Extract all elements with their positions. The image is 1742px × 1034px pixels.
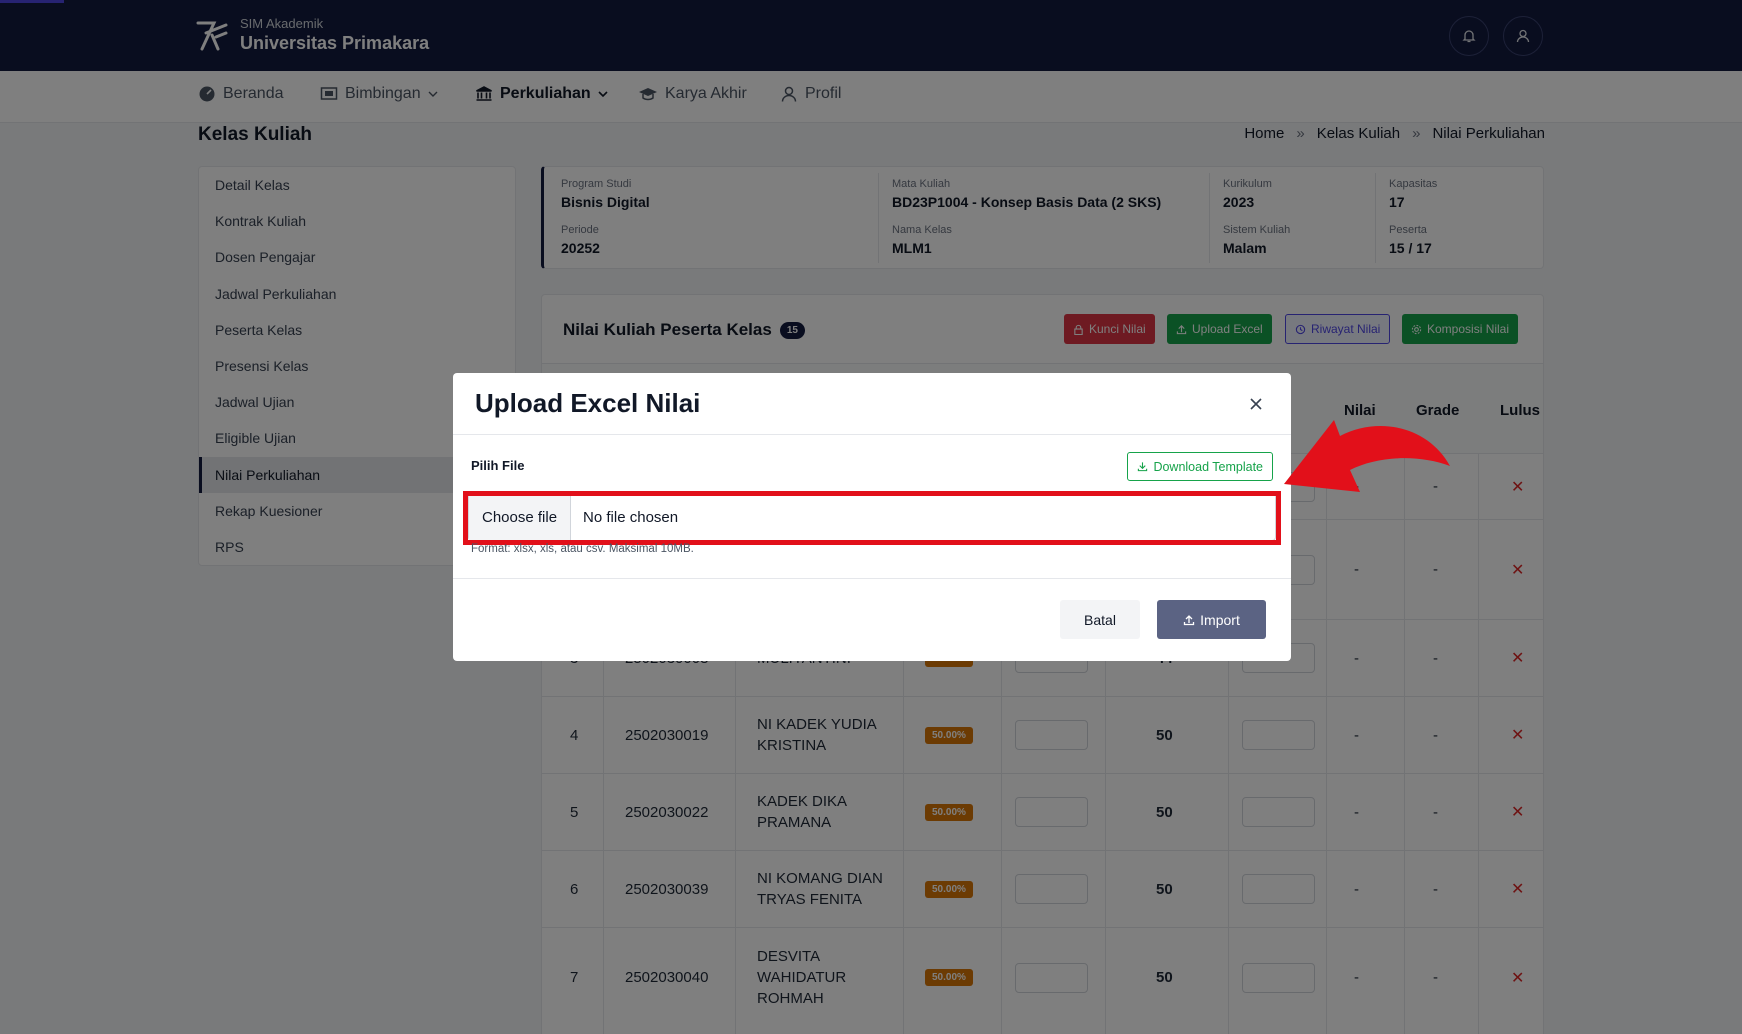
modal-header: Upload Excel Nilai xyxy=(453,373,1291,435)
close-button[interactable] xyxy=(1243,391,1269,417)
close-icon xyxy=(1250,398,1262,410)
format-note: Format: xlsx, xls, atau csv. Maksimal 10… xyxy=(471,543,694,555)
download-icon xyxy=(1138,462,1148,472)
download-template-button[interactable]: Download Template xyxy=(1127,452,1273,481)
divider xyxy=(453,578,1291,579)
file-field-label: Pilih File xyxy=(471,458,525,473)
button-label: Download Template xyxy=(1153,459,1263,474)
upload-excel-modal: Upload Excel Nilai Pilih File Download T… xyxy=(453,373,1291,661)
cancel-button[interactable]: Batal xyxy=(1060,600,1140,639)
upload-icon xyxy=(1184,614,1195,625)
button-label: Import xyxy=(1200,611,1240,628)
annotation-arrow-icon xyxy=(1284,420,1450,492)
import-button[interactable]: Import xyxy=(1157,600,1266,639)
modal-title: Upload Excel Nilai xyxy=(475,388,701,418)
highlight-box xyxy=(463,491,1281,545)
